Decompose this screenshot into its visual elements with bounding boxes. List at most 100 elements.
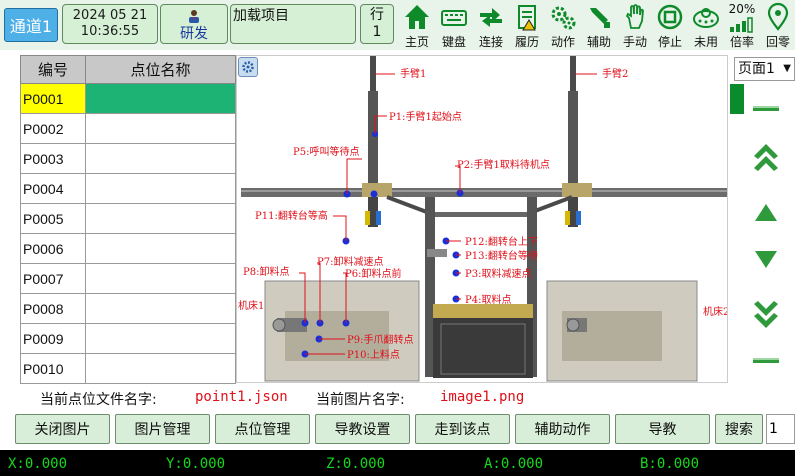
page-up-button[interactable] xyxy=(752,140,780,178)
table-row[interactable]: P0007 xyxy=(20,263,236,294)
page-select-value: 页面1 xyxy=(738,61,775,77)
toolbar-home-point[interactable]: 回零 xyxy=(761,2,795,50)
row-id[interactable]: P0009 xyxy=(20,323,86,354)
row-name[interactable] xyxy=(85,353,236,384)
toolbar-keyboard[interactable]: 键盘 xyxy=(437,2,471,50)
double-chevron-down-icon xyxy=(754,301,778,328)
settings-gear-button[interactable] xyxy=(238,57,258,77)
label-p11: P11:翻转台等高 xyxy=(255,209,328,222)
arm1-gripper-left xyxy=(365,211,370,225)
label-machine2: 机床2 xyxy=(703,305,728,318)
line-down-button[interactable] xyxy=(752,247,780,275)
row-id[interactable]: P0010 xyxy=(20,353,86,384)
search-input[interactable]: 1 xyxy=(766,414,795,444)
app-root: 通道1 2024 05 21 10:36:55 研发 加载项目 行 1 主页 键… xyxy=(0,0,795,476)
table-row[interactable]: P0010 xyxy=(20,353,236,384)
connect-icon xyxy=(480,8,502,27)
label-arm2: 手臂2 xyxy=(602,67,628,80)
gantry-rail-highlight xyxy=(241,190,727,192)
toolbar-history[interactable]: 履历 xyxy=(510,2,544,50)
table-row[interactable]: P0002 xyxy=(20,113,236,144)
row-name[interactable] xyxy=(85,143,236,174)
row-name[interactable] xyxy=(85,323,236,354)
gear-icon xyxy=(242,61,254,73)
line-up-button[interactable] xyxy=(752,201,780,229)
row-id[interactable]: P0003 xyxy=(20,143,86,174)
row-name[interactable] xyxy=(85,173,236,204)
aux-action-button[interactable]: 辅助动作 xyxy=(515,414,610,444)
user-avatar-icon xyxy=(189,10,199,23)
table-row[interactable]: P0005 xyxy=(20,203,236,234)
label-p4: P4:取料点 xyxy=(465,293,511,306)
teach-button[interactable]: 导教 xyxy=(615,414,710,444)
toolbar-action-label: 动作 xyxy=(550,35,575,49)
gear-icon xyxy=(551,6,576,30)
image-manage-button[interactable]: 图片管理 xyxy=(115,414,210,444)
row-name[interactable] xyxy=(85,113,236,144)
user-button[interactable]: 研发 xyxy=(160,4,228,44)
row-id[interactable]: P0002 xyxy=(20,113,86,144)
arrow-down-icon xyxy=(755,251,777,268)
page-select[interactable]: 页面1 ▼ xyxy=(734,57,795,81)
header-id: 编号 xyxy=(20,55,86,84)
table-row[interactable]: P0004 xyxy=(20,173,236,204)
label-p7: P7:卸料减速点 xyxy=(317,255,383,268)
row-id[interactable]: P0005 xyxy=(20,203,86,234)
table-row[interactable]: P0003 xyxy=(20,143,236,174)
row-name[interactable] xyxy=(85,233,236,264)
row-id[interactable]: P0001 xyxy=(20,83,86,114)
cabinet xyxy=(433,318,533,378)
toolbar-home-point-label: 回零 xyxy=(765,35,790,49)
toolbar-home[interactable]: 主页 xyxy=(400,2,434,50)
top-bar-icon xyxy=(753,106,779,111)
row-id[interactable]: P0007 xyxy=(20,263,86,294)
toolbar-unused[interactable]: 未用 xyxy=(689,2,723,50)
row-name[interactable] xyxy=(85,263,236,294)
close-image-button[interactable]: 关闭图片 xyxy=(15,414,110,444)
load-project-button[interactable]: 加载项目 xyxy=(230,4,356,44)
machine-diagram[interactable]: 手臂1 手臂2 P1:手臂1起始点 P5:呼叫等待点 P2:手臂1取料待机点 P… xyxy=(236,55,728,383)
table-row[interactable]: P0009 xyxy=(20,323,236,354)
goto-point-button[interactable]: 走到该点 xyxy=(415,414,510,444)
row-id[interactable]: P0006 xyxy=(20,233,86,264)
row-name[interactable] xyxy=(85,83,236,114)
scroll-indicator[interactable] xyxy=(730,84,744,114)
label-p13: P13:翻转台等待 xyxy=(465,249,538,262)
table-row[interactable]: P0006 xyxy=(20,233,236,264)
datetime-display: 2024 05 21 10:36:55 xyxy=(62,4,158,44)
assist-icon xyxy=(590,8,610,28)
label-p3: P3:取料减速点 xyxy=(465,267,531,280)
teach-settings-button[interactable]: 导教设置 xyxy=(315,414,410,444)
toolbar-manual[interactable]: 手动 xyxy=(618,2,652,50)
toolbar-rate-label: 倍率 xyxy=(729,35,754,49)
row-name[interactable] xyxy=(85,293,236,324)
scroll-top-bar-button[interactable] xyxy=(752,98,780,122)
toolbar-rate[interactable]: 20% 倍率 xyxy=(725,2,759,50)
channel-button[interactable]: 通道1 xyxy=(4,8,58,42)
top-toolbar: 通道1 2024 05 21 10:36:55 研发 加载项目 行 1 主页 键… xyxy=(0,0,795,50)
row-id[interactable]: P0008 xyxy=(20,293,86,324)
row-id[interactable]: P0004 xyxy=(20,173,86,204)
label-p9: P9:手爪翻转点 xyxy=(347,333,413,346)
table-row[interactable]: P0008 xyxy=(20,293,236,324)
axis-b-value: B:0.000 xyxy=(640,456,700,472)
axis-z-value: Z:0.000 xyxy=(326,456,386,472)
point-manage-button[interactable]: 点位管理 xyxy=(215,414,310,444)
row-name[interactable] xyxy=(85,203,236,234)
toolbar-assist[interactable]: 辅助 xyxy=(582,2,616,50)
scroll-bottom-bar-button[interactable] xyxy=(752,350,780,374)
toolbar-stop[interactable]: 停止 xyxy=(653,2,687,50)
diagram-svg: 手臂1 手臂2 P1:手臂1起始点 P5:呼叫等待点 P2:手臂1取料待机点 P… xyxy=(238,56,728,382)
point-file-label: 当前点位文件名字: xyxy=(40,392,157,408)
table-row[interactable]: P0001 xyxy=(20,83,236,114)
toolbar-connect[interactable]: 连接 xyxy=(474,2,508,50)
image-file-label: 当前图片名字: xyxy=(316,392,405,408)
label-p2: P2:手臂1取料待机点 xyxy=(457,158,550,171)
conveyor xyxy=(433,304,533,318)
page-down-button[interactable] xyxy=(752,298,780,336)
toolbar-action[interactable]: 动作 xyxy=(546,2,580,50)
label-p1: P1:手臂1起始点 xyxy=(389,110,462,123)
axis-x-value: X:0.000 xyxy=(8,456,68,472)
date-text: 2024 05 21 xyxy=(72,8,148,23)
search-button[interactable]: 搜索 xyxy=(715,414,763,444)
